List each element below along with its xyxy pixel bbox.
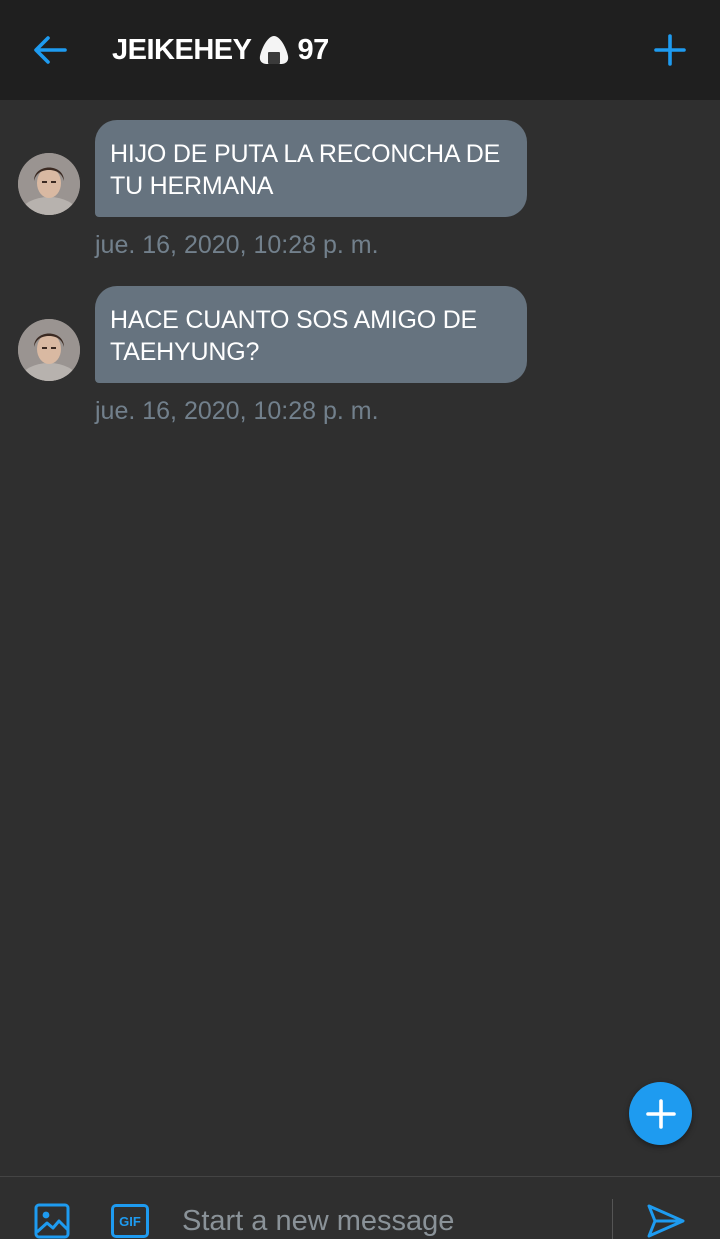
avatar[interactable]: [18, 153, 80, 215]
rice-ball-emoji-icon: [260, 36, 289, 64]
conversation-title[interactable]: JEIKEHEY 97: [112, 30, 329, 70]
arrow-left-icon: [34, 36, 67, 64]
message-timestamp: jue. 16, 2020, 10:28 p. m.: [95, 231, 379, 259]
plus-icon: [654, 34, 686, 66]
message-list[interactable]: HIJO DE PUTA LA RECONCHA DE TU HERMANA j…: [0, 100, 720, 1176]
conversation-name: JEIKEHEY: [112, 33, 252, 66]
add-participant-button[interactable]: [646, 28, 694, 72]
avatar[interactable]: [18, 319, 80, 381]
send-button[interactable]: [646, 1203, 688, 1239]
conversation-name-suffix: 97: [297, 33, 329, 66]
gif-label: GIF: [119, 1213, 141, 1229]
message-bubble[interactable]: HACE CUANTO SOS AMIGO DE TAEHYUNG?: [95, 286, 527, 383]
message-composer: GIF: [0, 1176, 720, 1239]
message-input[interactable]: [182, 1199, 592, 1239]
avatar-image: [18, 319, 80, 381]
image-icon: [34, 1203, 70, 1239]
new-message-fab[interactable]: [629, 1082, 692, 1145]
message-bubble[interactable]: HIJO DE PUTA LA RECONCHA DE TU HERMANA: [95, 120, 527, 217]
composer-divider: [612, 1199, 613, 1239]
conversation-header: JEIKEHEY 97: [0, 0, 720, 100]
add-gif-button[interactable]: GIF: [111, 1204, 149, 1238]
message-timestamp: jue. 16, 2020, 10:28 p. m.: [95, 397, 379, 425]
avatar-image: [18, 153, 80, 215]
plus-icon: [645, 1098, 676, 1129]
back-button[interactable]: [26, 28, 74, 72]
add-image-button[interactable]: [34, 1203, 70, 1239]
send-icon: [647, 1204, 685, 1238]
dm-conversation-screen: JEIKEHEY 97 HIJO DE PUTA LA RECONCHA DE …: [0, 0, 720, 1239]
